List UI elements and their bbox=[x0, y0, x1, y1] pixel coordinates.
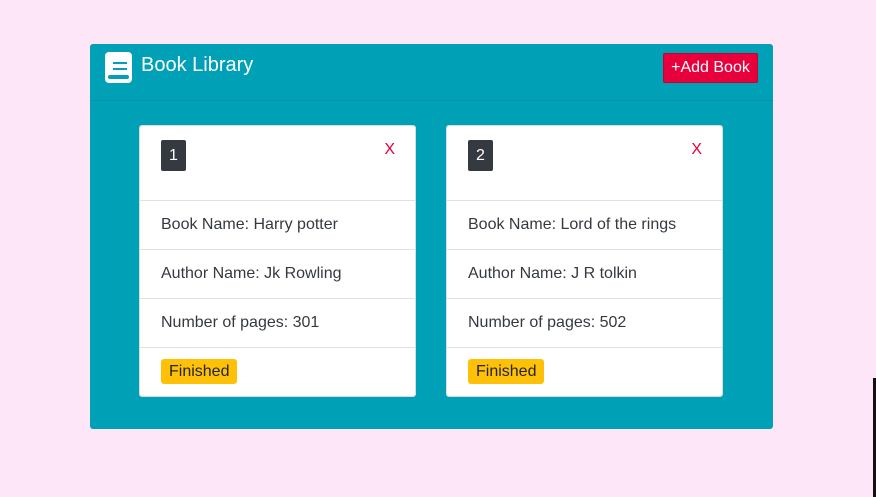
add-book-button[interactable]: +Add Book bbox=[663, 53, 758, 83]
book-icon bbox=[105, 52, 132, 83]
book-index-badge: 2 bbox=[468, 140, 493, 171]
book-index-badge: 1 bbox=[161, 140, 186, 171]
status-badge: Finished bbox=[161, 359, 238, 384]
delete-book-button[interactable]: X bbox=[691, 141, 702, 159]
page-count: Number of pages: 301 bbox=[140, 299, 415, 348]
book-card: 1 X Book Name: Harry potter Author Name:… bbox=[139, 125, 416, 397]
page-title: Book Library bbox=[141, 54, 254, 76]
page-count: Number of pages: 502 bbox=[447, 299, 722, 348]
book-name: Book Name: Harry potter bbox=[140, 201, 415, 250]
status-row: Finished bbox=[140, 348, 415, 396]
status-badge: Finished bbox=[468, 359, 545, 384]
book-card-header: 1 X bbox=[140, 126, 415, 201]
book-card: 2 X Book Name: Lord of the rings Author … bbox=[446, 125, 723, 397]
book-card-header: 2 X bbox=[447, 126, 722, 201]
header: Book Library +Add Book bbox=[90, 44, 773, 101]
book-name: Book Name: Lord of the rings bbox=[447, 201, 722, 250]
author-name: Author Name: Jk Rowling bbox=[140, 250, 415, 299]
delete-book-button[interactable]: X bbox=[384, 141, 395, 159]
author-name: Author Name: J R tolkin bbox=[447, 250, 722, 299]
book-library-panel: Book Library +Add Book 1 X Book Name: Ha… bbox=[90, 44, 773, 429]
status-row: Finished bbox=[447, 348, 722, 396]
